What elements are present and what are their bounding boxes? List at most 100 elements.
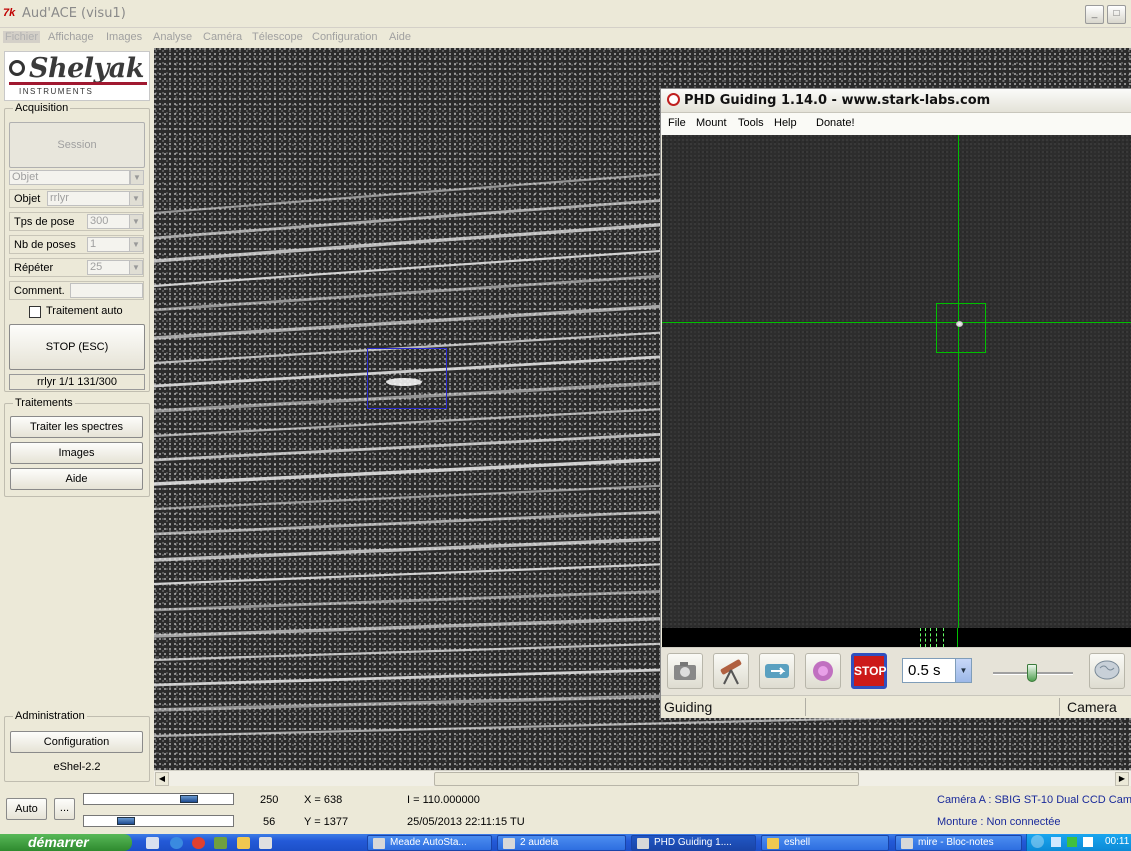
traitement-auto-label: Traitement auto xyxy=(46,305,123,317)
phd-menu-tools[interactable]: Tools xyxy=(738,117,764,129)
clock: 00:11 xyxy=(1105,836,1130,847)
field-tps-de-pose: Tps de pose 300 ▼ xyxy=(9,212,144,231)
loop-icon[interactable] xyxy=(759,653,795,689)
menu-affichage[interactable]: Affichage xyxy=(48,31,94,43)
stop-icon[interactable]: STOP xyxy=(851,653,887,689)
field-comment: Comment. xyxy=(9,281,144,300)
guide-star[interactable] xyxy=(956,321,963,327)
menu-telescope[interactable]: Télescope xyxy=(252,31,303,43)
configuration-button[interactable]: Configuration xyxy=(10,731,143,753)
bottom-status-bar: Auto ... 250 56 X = 638 Y = 1377 I = 110… xyxy=(0,786,1131,834)
more-button[interactable]: ... xyxy=(54,798,75,820)
chevron-down-icon[interactable]: ▼ xyxy=(129,214,143,229)
stop-button[interactable]: STOP (ESC) xyxy=(9,324,145,370)
desktop-icon[interactable] xyxy=(146,837,159,849)
chevron-down-icon[interactable]: ▼ xyxy=(129,260,143,275)
images-button[interactable]: Images xyxy=(10,442,143,464)
exposure-select[interactable]: 0.5 s ▼ xyxy=(902,658,972,683)
volume-icon[interactable] xyxy=(1051,837,1061,847)
phd-menu-mount[interactable]: Mount xyxy=(696,117,727,129)
y-coordinate: Y = 1377 xyxy=(304,816,349,828)
menu-fichier[interactable]: Fichier xyxy=(3,31,41,43)
traiter-spectres-button[interactable]: Traiter les spectres xyxy=(10,416,143,438)
title-bar: 7k Aud'ACE (visu1) _ □ xyxy=(0,0,1131,28)
administration-title: Administration xyxy=(13,710,87,722)
field-tps-label: Tps de pose xyxy=(14,216,75,228)
field-repeter-label: Répéter xyxy=(14,262,54,274)
phd-menu-file[interactable]: File xyxy=(668,117,686,129)
aide-button[interactable]: Aide xyxy=(10,468,143,490)
objet-select[interactable]: Objet ▼ xyxy=(9,169,144,188)
phd-quick-icon[interactable] xyxy=(259,837,272,849)
traitement-auto-checkbox[interactable] xyxy=(29,306,41,318)
chevron-down-icon[interactable]: ▼ xyxy=(129,191,143,206)
crosshair-vertical xyxy=(958,135,959,628)
task-notepad[interactable]: mire - Bloc-notes xyxy=(895,835,1022,851)
nb-de-poses-input[interactable]: 1 xyxy=(87,237,131,252)
task-icon xyxy=(637,838,649,849)
audace-window: 7k Aud'ACE (visu1) _ □ Fichier Affichage… xyxy=(0,0,1131,851)
task-audela[interactable]: 2 audela xyxy=(497,835,626,851)
comment-input[interactable] xyxy=(70,283,143,298)
start-button[interactable]: démarrer xyxy=(0,834,132,851)
field-comment-label: Comment. xyxy=(14,285,65,297)
datetime-value: 25/05/2013 22:11:15 TU xyxy=(407,816,525,828)
chrome-icon[interactable] xyxy=(192,837,205,849)
selection-rectangle[interactable] xyxy=(367,348,447,409)
scroll-right-icon[interactable]: ▶ xyxy=(1115,772,1129,786)
auto-button[interactable]: Auto xyxy=(6,798,47,820)
tray-expand-icon[interactable] xyxy=(1031,835,1044,848)
task-label: 2 audela xyxy=(520,837,559,848)
field-nb-de-poses: Nb de poses 1 ▼ xyxy=(9,235,144,254)
phd-status-bar: Guiding Camera xyxy=(661,695,1131,718)
chevron-down-icon[interactable]: ▼ xyxy=(129,237,143,252)
acquisition-progress: rrlyr 1/1 131/300 xyxy=(9,374,145,390)
ie-icon[interactable] xyxy=(170,837,183,849)
gamma-slider-thumb[interactable] xyxy=(1027,664,1037,682)
network-icon[interactable] xyxy=(1067,837,1077,847)
crosshair-horizontal xyxy=(662,322,1131,323)
menu-camera[interactable]: Caméra xyxy=(203,31,242,43)
app-quick-icon[interactable] xyxy=(214,837,227,849)
menu-configuration[interactable]: Configuration xyxy=(312,31,377,43)
threshold-high-slider[interactable] xyxy=(83,793,234,805)
phd-guiding-window: PHD Guiding 1.14.0 - www.stark-labs.com … xyxy=(660,88,1131,718)
app-icon: 7k xyxy=(3,7,16,19)
notepad-icon xyxy=(901,838,913,849)
horizontal-scrollbar[interactable]: ◀ ▶ xyxy=(154,770,1131,786)
slider-thumb[interactable] xyxy=(180,795,198,803)
folder-icon xyxy=(767,838,779,849)
brain-icon[interactable] xyxy=(1089,653,1125,689)
task-meade[interactable]: Meade AutoSta... xyxy=(367,835,492,851)
task-eshell[interactable]: eshell xyxy=(761,835,889,851)
task-phd[interactable]: PHD Guiding 1.... xyxy=(631,835,756,851)
slider-thumb[interactable] xyxy=(117,817,135,825)
objet-input[interactable]: rrlyr xyxy=(47,191,131,206)
scroll-thumb[interactable] xyxy=(434,772,859,786)
menu-aide[interactable]: Aide xyxy=(389,31,411,43)
threshold-low-slider[interactable] xyxy=(83,815,234,827)
phd-menu-help[interactable]: Help xyxy=(774,117,797,129)
camera-icon[interactable] xyxy=(667,653,703,689)
tps-de-pose-input[interactable]: 300 xyxy=(87,214,131,229)
menu-bar: Fichier Affichage Images Analyse Caméra … xyxy=(0,28,1131,48)
menu-images[interactable]: Images xyxy=(106,31,142,43)
chevron-down-icon[interactable]: ▼ xyxy=(955,659,971,682)
scroll-left-icon[interactable]: ◀ xyxy=(155,772,169,786)
logo-text: Shelyak xyxy=(29,53,144,84)
repeter-input[interactable]: 25 xyxy=(87,260,131,275)
tray-app-icon[interactable] xyxy=(1083,837,1093,847)
telescope-icon[interactable] xyxy=(713,653,749,689)
menu-analyse[interactable]: Analyse xyxy=(153,31,192,43)
intensity-value: I = 110.000000 xyxy=(407,794,480,806)
window-title: Aud'ACE (visu1) xyxy=(22,6,126,21)
task-label: Meade AutoSta... xyxy=(390,837,467,848)
phd-menu-donate[interactable]: Donate! xyxy=(816,117,855,129)
folder-icon[interactable] xyxy=(237,837,250,849)
maximize-button[interactable]: □ xyxy=(1107,5,1126,24)
guide-camera-view[interactable] xyxy=(662,135,1131,628)
task-label: PHD Guiding 1.... xyxy=(654,837,732,848)
minimize-button[interactable]: _ xyxy=(1085,5,1104,24)
guide-icon[interactable] xyxy=(805,653,841,689)
session-button[interactable]: Session xyxy=(9,122,145,168)
